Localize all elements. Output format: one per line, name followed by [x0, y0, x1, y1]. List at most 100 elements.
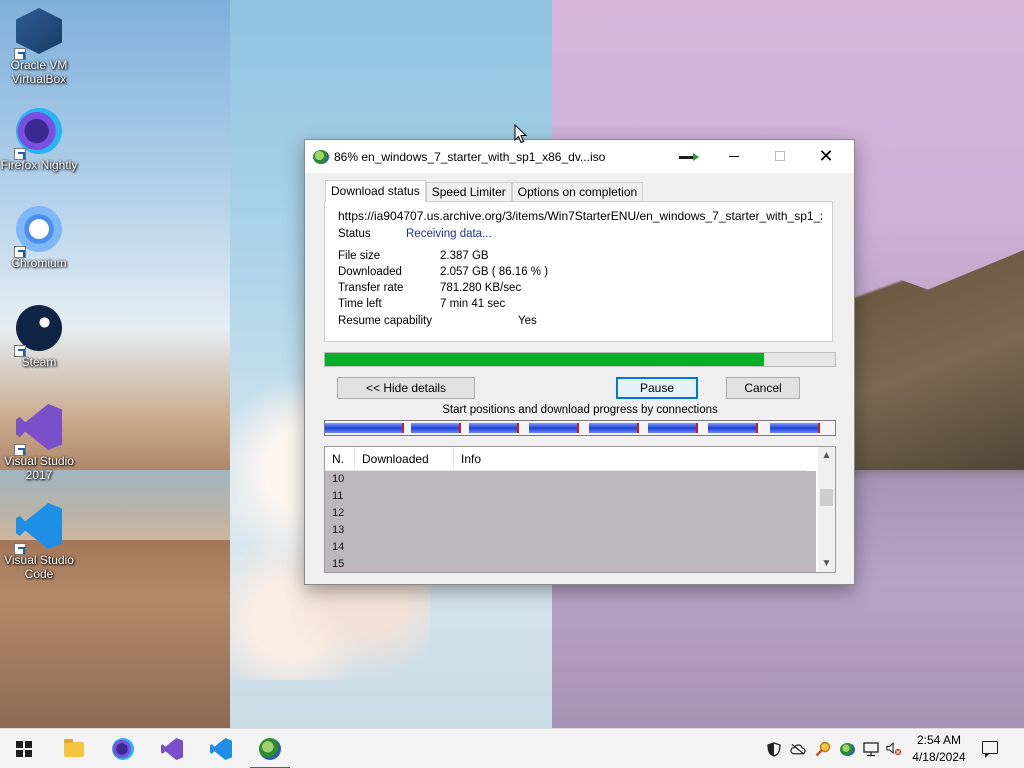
idm-tray-icon[interactable]: [839, 741, 855, 757]
file-size-label: File size: [338, 250, 381, 262]
maximize-icon: [775, 151, 785, 161]
scrollbar-thumb[interactable]: [820, 489, 833, 506]
close-icon: ✕: [818, 145, 834, 166]
download-progress-bar: [324, 352, 836, 367]
download-arrow-icon: [679, 153, 699, 161]
list-item[interactable]: 14: [325, 539, 816, 556]
network-icon[interactable]: [863, 741, 879, 757]
action-center-icon: [982, 741, 998, 758]
cancel-button[interactable]: Cancel: [726, 377, 800, 399]
connections-list-scrollbar[interactable]: ▲ ▼: [818, 447, 835, 572]
action-center-button[interactable]: [978, 739, 1002, 759]
list-item[interactable]: 13: [325, 522, 816, 539]
desktop-icon-firefox-nightly[interactable]: Firefox Nightly: [0, 108, 78, 172]
taskbar-firefox-nightly[interactable]: [99, 729, 147, 768]
clock-time: 2:54 AM: [916, 733, 962, 747]
connection-position-marker: [459, 423, 461, 433]
shortcut-arrow-icon: [14, 48, 26, 60]
connection-position-marker: [696, 423, 698, 433]
idm-app-icon: [313, 150, 329, 164]
minimize-icon: [729, 155, 739, 157]
shortcut-arrow-icon: [14, 148, 26, 160]
tab-download-status[interactable]: Download status: [325, 180, 426, 202]
download-progress-dialog: 86% en_windows_7_starter_with_sp1_x86_dv…: [304, 139, 855, 585]
connection-segment: [529, 423, 579, 433]
desktop-icon-label: Firefox Nightly: [0, 158, 78, 172]
connections-list-header: N. Downloaded Info: [325, 447, 806, 471]
download-status-panel: https://ia904707.us.archive.org/3/items/…: [324, 201, 833, 342]
mouse-cursor-icon: [514, 124, 527, 144]
taskbar-clock[interactable]: 2:54 AM 4/18/2024: [905, 732, 973, 766]
desktop-icon-chromium[interactable]: Chromium: [0, 206, 78, 270]
desktop-icon-label: Chromium: [11, 256, 67, 270]
connection-position-marker: [517, 423, 519, 433]
taskbar-vscode[interactable]: [197, 729, 245, 768]
desktop-icon-steam[interactable]: Steam: [0, 305, 78, 369]
connections-list-rows: 10 11 12 13 14 15: [325, 471, 816, 572]
desktop-icon-label: Oracle VM VirtualBox: [10, 58, 68, 86]
shield-icon[interactable]: [766, 741, 782, 757]
taskbar-visual-studio[interactable]: [148, 729, 196, 768]
magnifier-icon[interactable]: [815, 741, 831, 757]
clock-date: 4/18/2024: [912, 750, 966, 764]
connection-position-marker: [818, 423, 820, 433]
connection-segment: [411, 423, 461, 433]
scroll-down-icon[interactable]: ▼: [818, 555, 835, 572]
connection-position-marker: [402, 423, 404, 433]
time-left-value: 7 min 41 sec: [440, 298, 506, 310]
connection-position-marker: [577, 423, 579, 433]
minimize-button[interactable]: [711, 140, 757, 172]
windows-logo-icon: [16, 741, 32, 757]
column-header-downloaded[interactable]: Downloaded: [355, 447, 454, 471]
idm-icon: [259, 738, 281, 760]
connection-position-marker: [637, 423, 639, 433]
connection-segment: [469, 423, 519, 433]
desktop-icon-virtualbox[interactable]: Oracle VM VirtualBox: [0, 8, 78, 86]
list-item[interactable]: 11: [325, 488, 816, 505]
desktop-icon-vscode[interactable]: Visual Studio Code: [0, 503, 78, 581]
desktop-icon-label: Steam: [21, 355, 57, 369]
start-button[interactable]: [0, 729, 48, 768]
firefox-nightly-icon: [112, 738, 134, 760]
pause-button[interactable]: Pause: [616, 377, 698, 399]
desktop-icon-visual-studio-2017[interactable]: Visual Studio 2017: [0, 404, 78, 482]
taskbar-internet-download-manager[interactable]: [246, 729, 294, 768]
tab-options-on-completion[interactable]: Options on completion: [511, 182, 644, 202]
column-header-info[interactable]: Info: [454, 447, 806, 471]
connection-segment: [589, 423, 639, 433]
vscode-icon: [210, 738, 232, 760]
scroll-up-icon[interactable]: ▲: [818, 447, 835, 464]
list-item[interactable]: 15: [325, 556, 816, 572]
maximize-button[interactable]: [757, 140, 803, 172]
connections-label: Start positions and download progress by…: [442, 404, 718, 416]
dialog-titlebar[interactable]: 86% en_windows_7_starter_with_sp1_x86_dv…: [305, 140, 854, 173]
connection-segment: [770, 423, 820, 433]
shortcut-arrow-icon: [14, 345, 26, 357]
taskbar-file-explorer[interactable]: [50, 729, 98, 768]
status-label: Status: [338, 228, 371, 240]
dialog-title: 86% en_windows_7_starter_with_sp1_x86_dv…: [334, 150, 606, 164]
resume-capability-label: Resume capability: [338, 315, 432, 327]
column-header-number[interactable]: N.: [325, 447, 355, 471]
visual-studio-icon: [161, 738, 183, 760]
downloaded-value: 2.057 GB ( 86.16 % ): [440, 266, 549, 278]
connections-list: N. Downloaded Info 10 11 12 13 14 15 ▲ ▼: [324, 446, 836, 573]
cloud-off-icon[interactable]: [790, 741, 806, 757]
status-value: Receiving data...: [406, 228, 492, 240]
download-url: https://ia904707.us.archive.org/3/items/…: [338, 209, 822, 223]
volume-muted-icon[interactable]: [886, 741, 902, 757]
downloaded-label: Downloaded: [338, 266, 402, 278]
tab-speed-limiter[interactable]: Speed Limiter: [425, 182, 512, 202]
transfer-rate-label: Transfer rate: [338, 282, 404, 294]
connections-progress-bar: [324, 420, 836, 436]
close-button[interactable]: ✕: [803, 140, 849, 172]
connection-segment: [648, 423, 698, 433]
shortcut-arrow-icon: [14, 444, 26, 456]
list-item[interactable]: 10: [325, 471, 816, 488]
folder-icon: [64, 738, 84, 757]
list-item[interactable]: 12: [325, 505, 816, 522]
file-size-value: 2.387 GB: [440, 250, 489, 262]
desktop-icon-label: Visual Studio Code: [4, 553, 74, 581]
download-progress-fill: [325, 353, 765, 366]
hide-details-button[interactable]: << Hide details: [337, 377, 475, 399]
